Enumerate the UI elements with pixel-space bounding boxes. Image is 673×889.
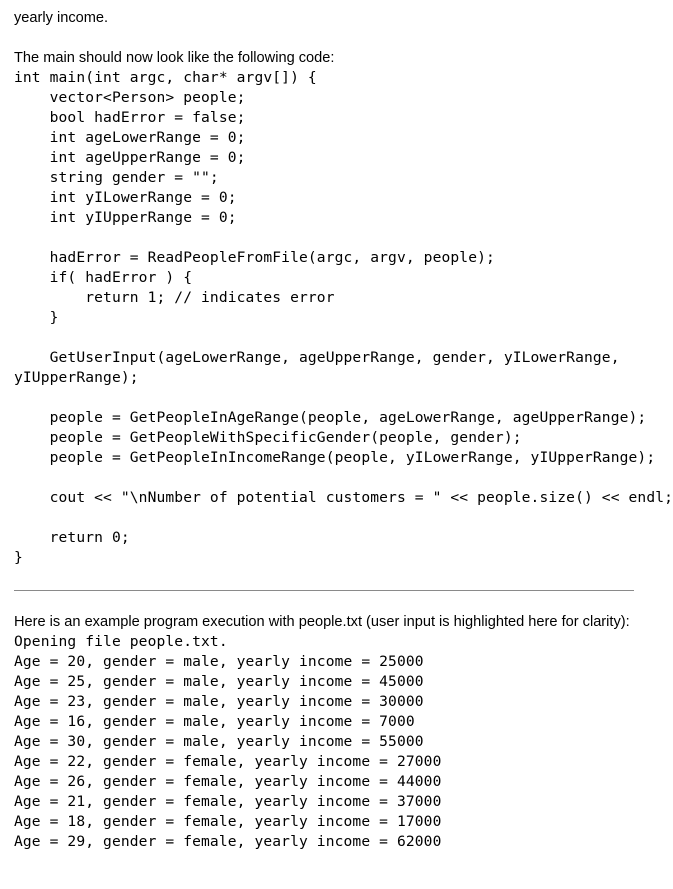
main-code-line-8 (14, 228, 663, 248)
section-divider-wrapper (0, 590, 673, 591)
output-line-person-5: Age = 30, gender = male, yearly income =… (14, 733, 424, 750)
document-page: yearly income. The main should now look … (0, 0, 673, 889)
main-code-line-15: yIUpperRange); (14, 369, 139, 386)
main-code-line-14: GetUserInput(ageLowerRange, ageUpperRang… (14, 349, 620, 366)
main-code-line-23: return 0; (14, 529, 130, 546)
main-code-line-17: people = GetPeopleInAgeRange(people, age… (14, 409, 647, 426)
main-code-line-9: hadError = ReadPeopleFromFile(argc, argv… (14, 249, 495, 266)
main-code-line-13 (14, 328, 663, 348)
main-code-line-0: int main(int argc, char* argv[]) { (14, 69, 317, 86)
main-code-line-16 (14, 388, 663, 408)
output-line-person-10: Age = 29, gender = female, yearly income… (14, 833, 442, 850)
intro-fragment-text: yearly income. (14, 10, 109, 26)
execution-section: Here is an example program execution wit… (0, 612, 673, 852)
main-code-line-22 (14, 508, 663, 528)
execution-output-block: Opening file people.txt. Age = 20, gende… (14, 632, 663, 852)
main-code-line-7: int yIUpperRange = 0; (14, 209, 237, 226)
code-intro-text: The main should now look like the follow… (14, 50, 335, 66)
main-code-line-19: people = GetPeopleInIncomeRange(people, … (14, 449, 656, 466)
output-line-person-9: Age = 18, gender = female, yearly income… (14, 813, 442, 830)
output-line-person-7: Age = 26, gender = female, yearly income… (14, 773, 442, 790)
main-code-line-24: } (14, 549, 23, 566)
main-code-line-12: } (14, 309, 59, 326)
main-code-line-20 (14, 468, 663, 488)
main-code-line-21: cout << "\nNumber of potential customers… (14, 489, 673, 506)
output-line-person-1: Age = 20, gender = male, yearly income =… (14, 653, 424, 670)
main-code-line-5: string gender = ""; (14, 169, 219, 186)
main-code-line-10: if( hadError ) { (14, 269, 193, 286)
output-line-opening-file: Opening file people.txt. (14, 633, 228, 650)
main-code-line-11: return 1; // indicates error (14, 289, 335, 306)
output-line-person-4: Age = 16, gender = male, yearly income =… (14, 713, 415, 730)
main-code-block: int main(int argc, char* argv[]) { vecto… (14, 68, 673, 568)
output-line-person-6: Age = 22, gender = female, yearly income… (14, 753, 442, 770)
output-line-person-3: Age = 23, gender = male, yearly income =… (14, 693, 424, 710)
main-code-line-6: int yILowerRange = 0; (14, 189, 237, 206)
section-divider (14, 590, 634, 591)
output-line-person-2: Age = 25, gender = male, yearly income =… (14, 673, 424, 690)
document-content: yearly income. The main should now look … (0, 0, 673, 568)
main-code-line-18: people = GetPeopleWithSpecificGender(peo… (14, 429, 522, 446)
main-code-line-4: int ageUpperRange = 0; (14, 149, 246, 166)
main-code-line-1: vector<Person> people; (14, 89, 246, 106)
output-line-person-8: Age = 21, gender = female, yearly income… (14, 793, 442, 810)
main-code-line-3: int ageLowerRange = 0; (14, 129, 246, 146)
main-code-line-2: bool hadError = false; (14, 109, 246, 126)
execution-intro-text: Here is an example program execution wit… (14, 614, 630, 630)
